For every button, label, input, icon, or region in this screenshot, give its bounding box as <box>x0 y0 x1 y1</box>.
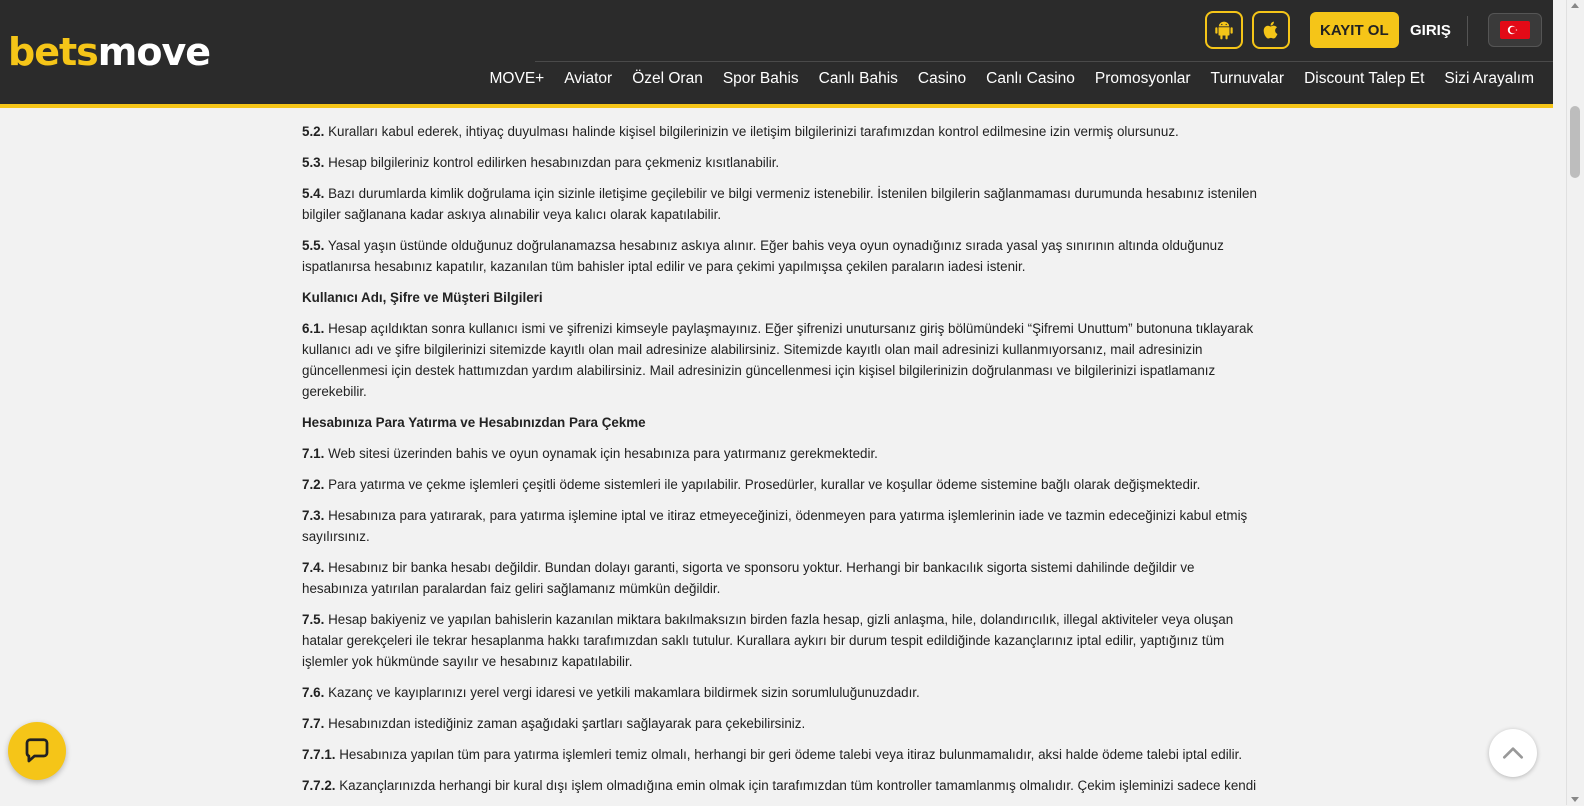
rule-text: Hesap açıldıktan sonra kullanıcı ismi ve… <box>302 321 1254 399</box>
rule-text: Bazı durumlarda kimlik doğrulama için si… <box>302 186 1257 222</box>
rule-number: 7.3. <box>302 508 325 523</box>
nav-item-promosyonlar[interactable]: Promosyonlar <box>1085 70 1201 88</box>
rule-number: 6.1. <box>302 321 325 336</box>
nav-item-discount-talep-et[interactable]: Discount Talep Et <box>1294 70 1434 88</box>
nav-item-ozel-oran[interactable]: Özel Oran <box>622 70 713 88</box>
rule-paragraph: 7.2. Para yatırma ve çekme işlemleri çeş… <box>302 474 1257 495</box>
rule-number: 7.7.2. <box>302 778 336 793</box>
rule-paragraph: 7.7.2. Kazançlarınızda herhangi bir kura… <box>302 775 1257 796</box>
rule-paragraph: 7.6. Kazanç ve kayıplarınızı yerel vergi… <box>302 682 1257 703</box>
rule-number: 7.4. <box>302 560 325 575</box>
rule-text: Yasal yaşın üstünde olduğunuz doğrulanam… <box>302 238 1224 274</box>
rule-number: 5.4. <box>302 186 325 201</box>
language-selector[interactable] <box>1488 13 1542 47</box>
logo-part-bets: bets <box>8 30 99 74</box>
main-nav: MOVE+ Aviator Özel Oran Spor Bahis Canlı… <box>480 70 1534 88</box>
rule-paragraph: 5.2. Kuralları kabul ederek, ihtiyaç duy… <box>302 121 1257 142</box>
rule-text: Kuralları kabul ederek, ihtiyaç duyulmas… <box>328 124 1179 139</box>
rule-number: 5.5. <box>302 238 325 253</box>
scroll-thumb[interactable] <box>1570 106 1580 178</box>
scroll-down-arrow-icon[interactable] <box>1571 797 1579 802</box>
rule-number: 7.6. <box>302 685 325 700</box>
chat-icon <box>25 738 49 763</box>
rule-text: Hesabınız bir banka hesabı değildir. Bun… <box>302 560 1195 596</box>
rule-text: Web sitesi üzerinden bahis ve oyun oynam… <box>328 446 878 461</box>
android-app-button[interactable] <box>1205 11 1243 49</box>
rule-number: 5.2. <box>302 124 325 139</box>
live-chat-button[interactable] <box>8 722 66 780</box>
rule-paragraph: 5.3. Hesap bilgileriniz kontrol edilirke… <box>302 152 1257 173</box>
rule-paragraph: 7.1. Web sitesi üzerinden bahis ve oyun … <box>302 443 1257 464</box>
rule-number: 7.5. <box>302 612 325 627</box>
logo[interactable]: betsmove <box>8 30 211 74</box>
rule-number: 7.1. <box>302 446 325 461</box>
rule-paragraph: 7.7. Hesabınızdan istediğiniz zaman aşağ… <box>302 713 1257 734</box>
rule-paragraph: 5.4. Bazı durumlarda kimlik doğrulama iç… <box>302 183 1257 225</box>
nav-item-spor-bahis[interactable]: Spor Bahis <box>713 70 809 88</box>
rule-text: Hesabınıza para yatırarak, para yatırma … <box>302 508 1248 544</box>
rule-number: 7.7.1. <box>302 747 336 762</box>
rule-paragraph: 7.7.1. Hesabınıza yapılan tüm para yatır… <box>302 744 1257 765</box>
rule-text: Para yatırma ve çekme işlemleri çeşitli … <box>328 477 1201 492</box>
section-heading: Kullanıcı Adı, Şifre ve Müşteri Bilgiler… <box>302 290 543 305</box>
nav-item-aviator[interactable]: Aviator <box>554 70 622 88</box>
turkey-flag-icon <box>1500 21 1530 39</box>
rule-number: 5.3. <box>302 155 325 170</box>
page-scrollbar[interactable] <box>1566 0 1584 805</box>
terms-content: 5.2. Kuralları kabul ederek, ihtiyaç duy… <box>302 86 1257 806</box>
rule-text: Hesap bakiyeniz ve yapılan bahislerin ka… <box>302 612 1234 669</box>
nav-divider <box>535 61 1553 62</box>
rule-text: Hesabınızdan istediğiniz zaman aşağıdaki… <box>328 716 806 731</box>
apple-icon <box>1263 21 1278 39</box>
section-heading: Hesabınıza Para Yatırma ve Hesabınızdan … <box>302 415 646 430</box>
nav-item-move-plus[interactable]: MOVE+ <box>480 70 555 88</box>
scroll-to-top-button[interactable] <box>1489 729 1537 777</box>
rule-number: 7.7. <box>302 716 325 731</box>
nav-item-sizi-arayalim[interactable]: Sizi Arayalım <box>1434 70 1534 88</box>
rule-number: 7.2. <box>302 477 325 492</box>
nav-item-casino[interactable]: Casino <box>908 70 976 88</box>
logo-part-move: move <box>97 30 211 74</box>
rule-paragraph: 6.1. Hesap açıldıktan sonra kullanıcı is… <box>302 318 1257 402</box>
login-button[interactable]: GIRIŞ <box>1410 12 1451 48</box>
nav-item-turnuvalar[interactable]: Turnuvalar <box>1201 70 1295 88</box>
rule-text: Kazanç ve kayıplarınızı yerel vergi idar… <box>328 685 920 700</box>
register-button[interactable]: KAYIT OL <box>1310 12 1399 48</box>
rule-paragraph: 5.5. Yasal yaşın üstünde olduğunuz doğru… <box>302 235 1257 277</box>
header-divider <box>1467 16 1468 46</box>
android-icon <box>1215 21 1233 40</box>
nav-item-canli-bahis[interactable]: Canlı Bahis <box>809 70 908 88</box>
scroll-up-arrow-icon[interactable] <box>1571 3 1579 8</box>
rule-text: Hesabınıza yapılan tüm para yatırma işle… <box>339 747 1243 762</box>
chevron-up-icon <box>1502 747 1524 759</box>
rule-paragraph: 7.5. Hesap bakiyeniz ve yapılan bahisler… <box>302 609 1257 672</box>
rule-text: Kazançlarınızda herhangi bir kural dışı … <box>339 778 1257 793</box>
ios-app-button[interactable] <box>1252 11 1290 49</box>
rule-paragraph: 7.3. Hesabınıza para yatırarak, para yat… <box>302 505 1257 547</box>
rule-text: Hesap bilgileriniz kontrol edilirken hes… <box>328 155 780 170</box>
rule-paragraph: 7.4. Hesabınız bir banka hesabı değildir… <box>302 557 1257 599</box>
site-header: betsmove KAYIT OL GIRIŞ MOVE+ Aviator Öz… <box>0 0 1553 108</box>
nav-item-canli-casino[interactable]: Canlı Casino <box>976 70 1085 88</box>
